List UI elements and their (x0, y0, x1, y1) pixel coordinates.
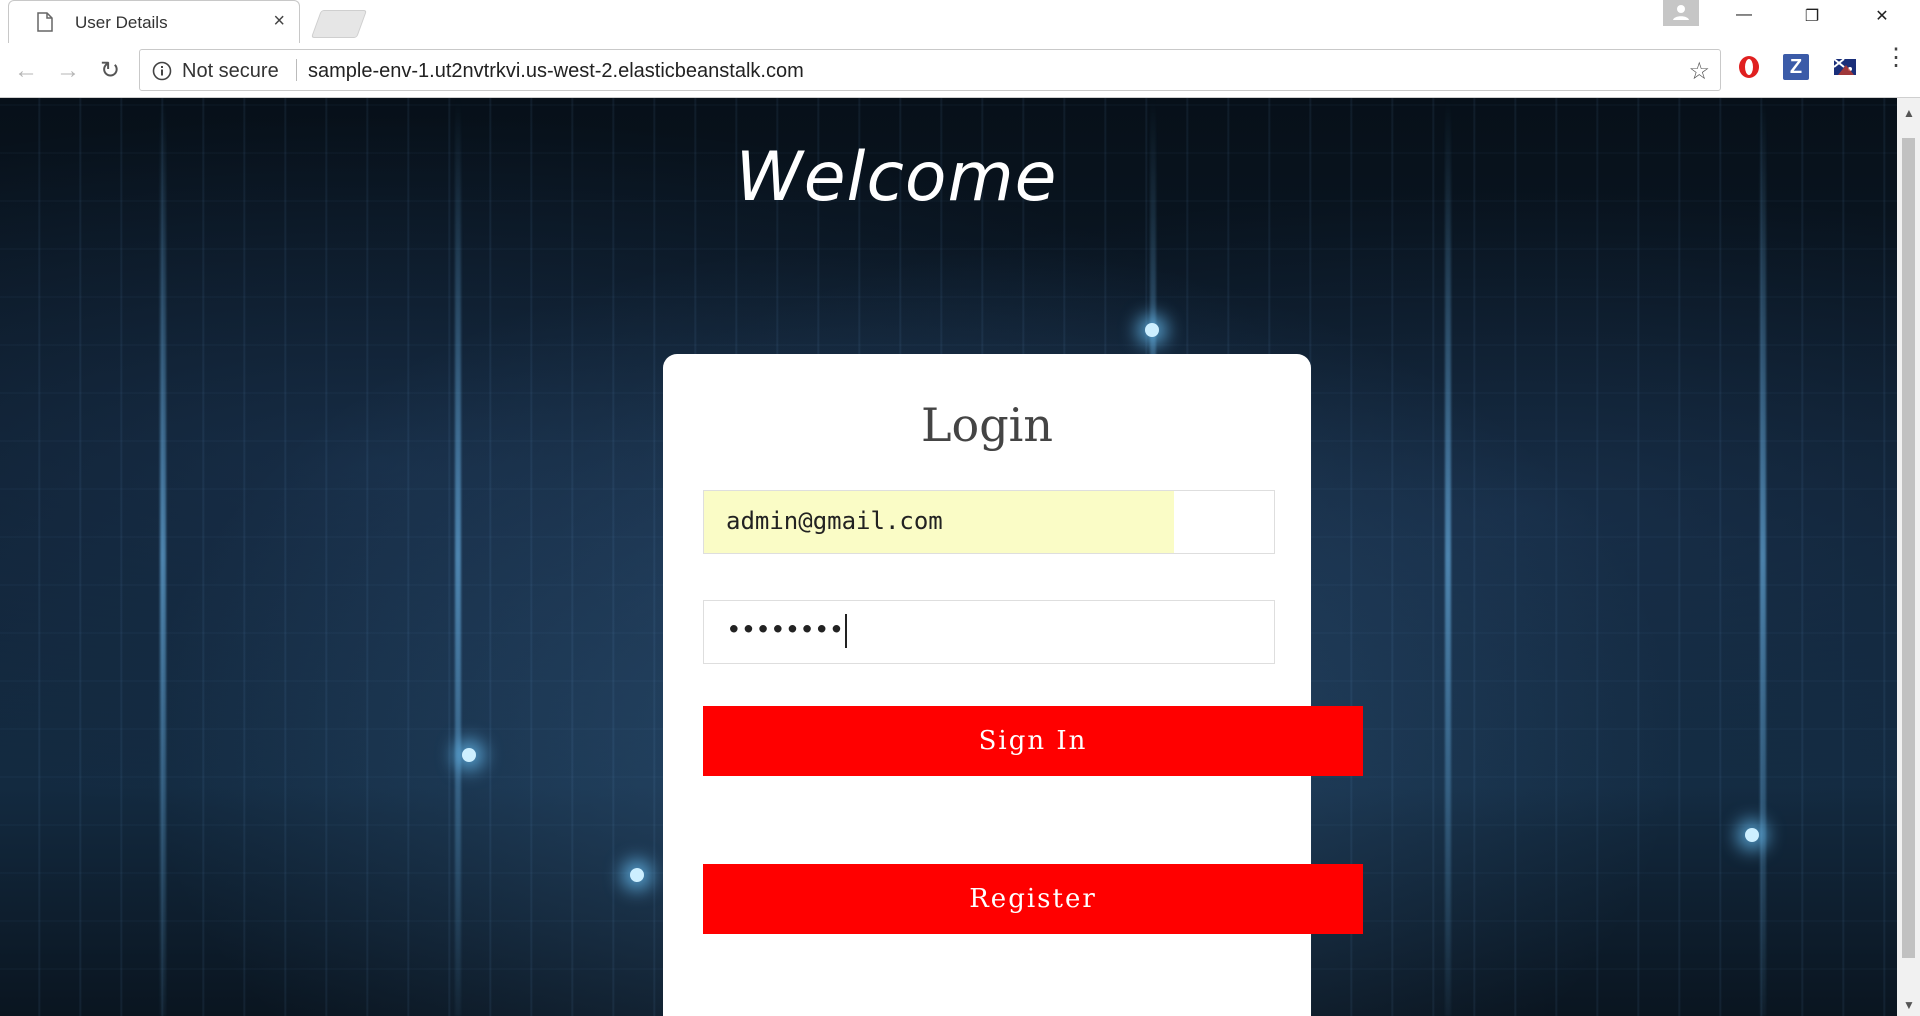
opera-extension-icon[interactable] (1736, 54, 1762, 80)
tab-close-icon[interactable]: × (273, 11, 285, 31)
password-dots: •••••••• (726, 615, 844, 646)
password-value: •••••••• (726, 614, 848, 648)
email-field[interactable]: admin@gmail.com (703, 490, 1275, 554)
browser-toolbar: ← → ↻ Not secure sample-env-1.ut2nvtrkvi… (0, 43, 1920, 98)
light-glow (630, 868, 644, 882)
tab-title: User Details (75, 13, 168, 32)
light-glow (1745, 828, 1759, 842)
welcome-text: Welcome (735, 138, 1058, 217)
scroll-down-arrow-icon[interactable]: ▼ (1903, 998, 1915, 1012)
menu-dots-icon[interactable]: ⋮ (1884, 46, 1908, 70)
info-icon[interactable] (152, 61, 172, 86)
page-icon (37, 12, 53, 37)
welcome-heading: Welcome (0, 138, 1897, 217)
light-beam (455, 98, 461, 1016)
window-close-button[interactable]: ✕ (1862, 6, 1902, 36)
sign-in-button[interactable]: Sign In (703, 706, 1363, 776)
browser-tab-user-details[interactable]: User Details × (8, 0, 300, 43)
back-arrow-icon[interactable]: ← (12, 57, 40, 85)
browser-tab-strip: User Details × — ❐ ✕ (0, 0, 1920, 43)
bookmark-star-icon[interactable]: ☆ (1688, 57, 1710, 86)
email-value: admin@gmail.com (726, 507, 943, 535)
window-minimize-button[interactable]: — (1724, 6, 1764, 36)
text-caret (845, 614, 848, 648)
new-tab-button[interactable] (310, 10, 368, 38)
light-glow (462, 748, 476, 762)
security-label[interactable]: Not secure (182, 60, 279, 83)
vertical-scrollbar[interactable]: ▲ ▼ (1897, 98, 1920, 1016)
page-viewport: Welcome Login admin@gmail.com •••••••• S… (0, 98, 1897, 1016)
forward-arrow-icon[interactable]: → (54, 57, 82, 85)
address-bar[interactable]: Not secure sample-env-1.ut2nvtrkvi.us-we… (139, 49, 1721, 91)
register-button[interactable]: Register (703, 864, 1363, 934)
profile-avatar-icon[interactable] (1663, 0, 1699, 26)
light-glow (1145, 323, 1159, 337)
z-extension-icon[interactable]: Z (1783, 54, 1809, 80)
scroll-thumb[interactable] (1902, 138, 1915, 958)
login-title: Login (920, 398, 1054, 452)
reload-icon[interactable]: ↻ (96, 57, 124, 85)
flag-extension-icon[interactable] (1832, 54, 1858, 80)
light-beam (1760, 98, 1766, 1016)
address-divider (296, 59, 297, 81)
scroll-up-arrow-icon[interactable]: ▲ (1903, 106, 1915, 120)
login-card: Login admin@gmail.com •••••••• Sign In R… (663, 354, 1363, 1016)
window-restore-button[interactable]: ❐ (1792, 6, 1832, 36)
light-beam (160, 98, 166, 1016)
password-field[interactable]: •••••••• (703, 600, 1275, 664)
light-beam (1445, 98, 1451, 1016)
url-text[interactable]: sample-env-1.ut2nvtrkvi.us-west-2.elasti… (308, 60, 804, 83)
